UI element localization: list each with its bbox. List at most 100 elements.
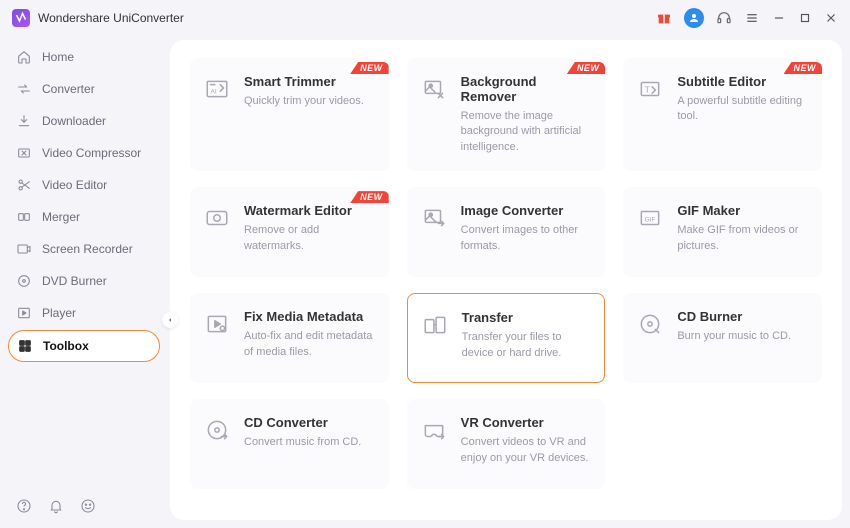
card-title: Transfer: [462, 310, 591, 325]
tool-card-watermark-editor[interactable]: NEWWatermark Editor Remove or add waterma…: [190, 187, 389, 277]
image-converter-icon: [421, 205, 447, 231]
card-body: Smart TrimmerQuickly trim your videos.: [244, 74, 375, 109]
sidebar-item-label: Home: [42, 50, 74, 64]
bell-icon[interactable]: [48, 498, 64, 514]
sidebar-item-home[interactable]: Home: [8, 42, 160, 72]
sidebar-item-label: Toolbox: [43, 339, 89, 353]
close-button[interactable]: [824, 11, 838, 25]
home-icon: [16, 49, 32, 65]
card-title: Watermark Editor: [244, 203, 375, 218]
sidebar-item-player[interactable]: Player: [8, 298, 160, 328]
fix-media-metadata-icon: [204, 311, 230, 337]
card-title: Smart Trimmer: [244, 74, 375, 89]
play-icon: [16, 305, 32, 321]
svg-text:T: T: [645, 84, 651, 94]
card-body: Watermark Editor Remove or add watermarks…: [244, 203, 375, 254]
merge-icon: [16, 209, 32, 225]
card-title: GIF Maker: [677, 203, 808, 218]
sidebar-item-label: Video Editor: [42, 178, 107, 192]
record-icon: [16, 241, 32, 257]
tool-card-smart-trimmer[interactable]: NEW AI Smart TrimmerQuickly trim your vide…: [190, 58, 389, 171]
user-avatar-icon[interactable]: [684, 8, 704, 28]
gift-icon[interactable]: [656, 10, 672, 26]
tool-card-fix-media-metadata[interactable]: Fix Media Metadata Auto-fix and edit meta…: [190, 293, 389, 383]
card-desc: Convert music from CD.: [244, 435, 375, 450]
help-icon[interactable]: [16, 498, 32, 514]
background-remover-icon: [421, 76, 447, 102]
tool-card-cd-burner[interactable]: CD BurnerBurn your music to CD.: [623, 293, 822, 383]
sidebar-item-video-compressor[interactable]: Video Compressor: [8, 138, 160, 168]
sidebar-item-toolbox[interactable]: Toolbox: [8, 330, 160, 362]
card-title: Image Converter: [461, 203, 592, 218]
sidebar-item-label: Screen Recorder: [42, 242, 133, 256]
sidebar-bottom: [8, 490, 160, 522]
sidebar-item-downloader[interactable]: Downloader: [8, 106, 160, 136]
card-desc: Remove or add watermarks.: [244, 223, 375, 254]
app-title: Wondershare UniConverter: [38, 11, 184, 25]
card-desc: A powerful subtitle editing tool.: [677, 94, 808, 125]
sidebar-item-converter[interactable]: Converter: [8, 74, 160, 104]
sidebar-item-label: Player: [42, 306, 76, 320]
card-body: Fix Media Metadata Auto-fix and edit meta…: [244, 309, 375, 360]
sidebar-item-label: DVD Burner: [42, 274, 107, 288]
subtitle-editor-icon: T: [637, 76, 663, 102]
sidebar-item-label: Merger: [42, 210, 80, 224]
sidebar: Home Converter Downloader Video Compressor V…: [0, 36, 170, 528]
card-body: CD ConverterConvert music from CD.: [244, 415, 375, 450]
scissors-icon: [16, 177, 32, 193]
card-desc: Convert images to other formats.: [461, 223, 592, 254]
headset-icon[interactable]: [716, 10, 732, 26]
vr-converter-icon: [421, 417, 447, 443]
tool-card-subtitle-editor[interactable]: NEW T Subtitle Editor A powerful subtitle e…: [623, 58, 822, 171]
tool-card-background-remover[interactable]: NEWBackground RemoverRemove the image ba…: [407, 58, 606, 171]
minimize-button[interactable]: [772, 11, 786, 25]
card-desc: Convert videos to VR and enjoy on your V…: [461, 435, 592, 466]
titlebar-left: Wondershare UniConverter: [12, 9, 184, 27]
card-title: Fix Media Metadata: [244, 309, 375, 324]
sidebar-item-merger[interactable]: Merger: [8, 202, 160, 232]
card-desc: Burn your music to CD.: [677, 329, 808, 344]
new-badge: NEW: [350, 62, 389, 74]
card-body: Background RemoverRemove the image backg…: [461, 74, 592, 155]
sidebar-item-screen-recorder[interactable]: Screen Recorder: [8, 234, 160, 264]
main-panel: NEW AI Smart TrimmerQuickly trim your vide…: [170, 40, 842, 520]
tool-card-transfer[interactable]: Transfer Transfer your files to device or…: [407, 293, 606, 383]
card-body: CD BurnerBurn your music to CD.: [677, 309, 808, 344]
card-desc: Auto-fix and edit metadata of media file…: [244, 329, 375, 360]
transfer-icon: [422, 312, 448, 338]
card-body: Transfer Transfer your files to device or…: [462, 310, 591, 361]
tool-card-image-converter[interactable]: Image Converter Convert images to other f…: [407, 187, 606, 277]
tool-card-gif-maker[interactable]: GIF GIF Maker Make GIF from videos or pict…: [623, 187, 822, 277]
sidebar-item-dvd-burner[interactable]: DVD Burner: [8, 266, 160, 296]
sidebar-item-label: Converter: [42, 82, 95, 96]
cd-converter-icon: [204, 417, 230, 443]
watermark-editor-icon: [204, 205, 230, 231]
feedback-icon[interactable]: [80, 498, 96, 514]
svg-text:GIF: GIF: [645, 216, 656, 223]
sidebar-item-label: Video Compressor: [42, 146, 141, 160]
compress-icon: [16, 145, 32, 161]
card-desc: Transfer your files to device or hard dr…: [462, 330, 591, 361]
cd-burner-icon: [637, 311, 663, 337]
card-body: VR ConverterConvert videos to VR and enj…: [461, 415, 592, 466]
card-body: Image Converter Convert images to other f…: [461, 203, 592, 254]
titlebar-right: [656, 8, 838, 28]
new-badge: NEW: [567, 62, 606, 74]
smart-trimmer-icon: AI: [204, 76, 230, 102]
tool-card-cd-converter[interactable]: CD ConverterConvert music from CD.: [190, 399, 389, 489]
card-desc: Make GIF from videos or pictures.: [677, 223, 808, 254]
sidebar-collapse-button[interactable]: [162, 312, 178, 328]
maximize-button[interactable]: [798, 11, 812, 25]
card-title: Subtitle Editor: [677, 74, 808, 89]
card-title: Background Remover: [461, 74, 592, 104]
tool-grid: NEW AI Smart TrimmerQuickly trim your vide…: [190, 58, 822, 489]
new-badge: NEW: [784, 62, 823, 74]
sidebar-item-video-editor[interactable]: Video Editor: [8, 170, 160, 200]
new-badge: NEW: [350, 191, 389, 203]
gif-maker-icon: GIF: [637, 205, 663, 231]
card-body: GIF Maker Make GIF from videos or picture…: [677, 203, 808, 254]
body: Home Converter Downloader Video Compressor V…: [0, 36, 850, 528]
svg-text:AI: AI: [211, 88, 217, 95]
menu-icon[interactable]: [744, 10, 760, 26]
tool-card-vr-converter[interactable]: VR ConverterConvert videos to VR and enj…: [407, 399, 606, 489]
